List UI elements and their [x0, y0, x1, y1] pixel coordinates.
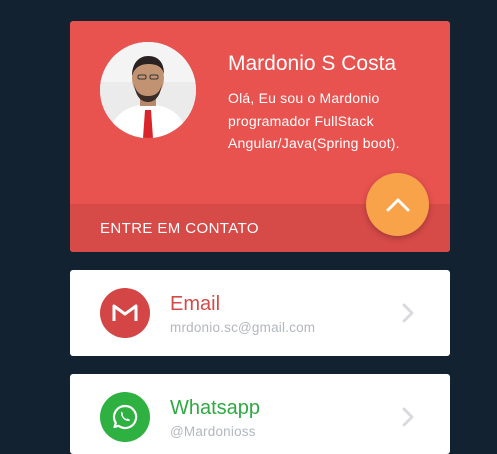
- profile-bio: Olá, Eu sou o Mardonio programador FullS…: [228, 90, 400, 151]
- whatsapp-icon: [100, 392, 150, 442]
- contact-item-whatsapp[interactable]: Whatsapp @Mardonioss: [70, 374, 450, 454]
- contact-item-title: Whatsapp: [170, 397, 261, 419]
- chevron-up-icon: [386, 198, 409, 211]
- contact-item-value: mrdonio.sc@gmail.com: [170, 320, 316, 335]
- profile-photo: [100, 42, 196, 138]
- chevron-right-icon: [402, 407, 414, 427]
- chevron-right-icon: [402, 303, 414, 323]
- toggle-contacts-button[interactable]: [366, 173, 429, 236]
- profile-name: Mardonio S Costa: [228, 52, 397, 75]
- avatar: [100, 42, 196, 138]
- contact-item-title: Email: [170, 293, 221, 315]
- contact-item-email[interactable]: Email mrdonio.sc@gmail.com: [70, 270, 450, 356]
- contact-item-value: @Mardonioss: [170, 424, 256, 439]
- contact-label: ENTRE EM CONTATO: [100, 220, 259, 237]
- gmail-icon: [100, 288, 150, 338]
